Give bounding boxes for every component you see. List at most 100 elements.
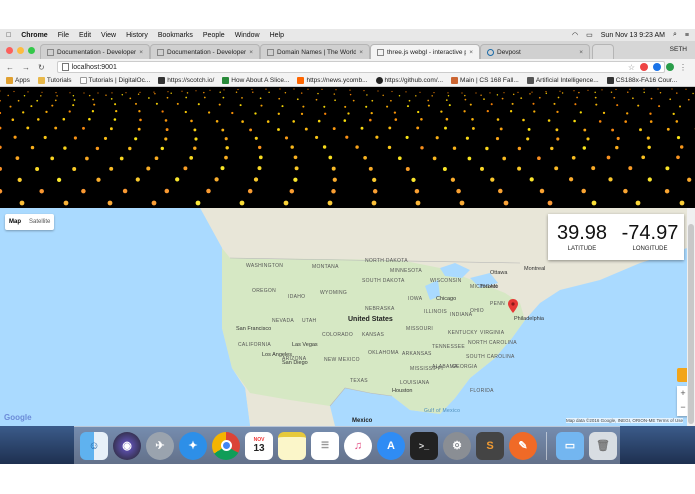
bookmark-tutorials-folder[interactable]: Tutorials [37, 77, 72, 84]
particle [347, 112, 350, 115]
bookmark-slice[interactable]: How About A Slice... [222, 77, 289, 84]
particle [647, 145, 651, 150]
particle [134, 137, 138, 141]
menu-history[interactable]: History [126, 32, 148, 39]
trash-icon[interactable]: 🗑 [589, 431, 617, 460]
apple-menu-icon[interactable]:  [6, 32, 11, 39]
bookmark-apps[interactable]: Apps [6, 77, 30, 84]
bookmark-star-icon[interactable]: ☆ [628, 63, 635, 72]
safari-icon[interactable]: ✦ [179, 431, 207, 460]
tab-documentation-1[interactable]: Documentation - Developer Fo × [40, 44, 150, 59]
close-tab-icon[interactable]: × [139, 49, 143, 56]
particle [195, 90, 197, 92]
siri-icon[interactable]: ◉ [113, 431, 141, 460]
itunes-icon[interactable]: ♫ [344, 431, 372, 460]
menu-window[interactable]: Window [235, 32, 260, 39]
app-store-icon[interactable]: A [377, 431, 405, 460]
particle [595, 103, 598, 106]
minimize-window-button[interactable] [17, 47, 24, 54]
particle [650, 97, 653, 100]
particle [431, 95, 433, 97]
spotlight-search-icon[interactable]: ⌕ [673, 31, 677, 39]
particle [628, 166, 633, 171]
zoom-in-button[interactable]: + [677, 386, 687, 400]
particle [393, 111, 397, 114]
new-tab-button[interactable] [592, 44, 614, 59]
address-bar[interactable]: localhost:9001 [56, 61, 665, 73]
bookmark-label: Tutorials [46, 77, 72, 84]
chrome-menu-icon[interactable]: ⋮ [679, 63, 687, 72]
bookmark-scotch[interactable]: https://scotch.io/ [158, 77, 214, 84]
menu-people[interactable]: People [203, 32, 225, 39]
system-preferences-icon[interactable]: ⚙ [443, 431, 471, 460]
bookmark-cs188x[interactable]: CS188x-FA16 Cour... [606, 77, 677, 84]
notes-icon[interactable] [278, 431, 306, 460]
scrollbar-thumb[interactable] [688, 224, 694, 424]
zoom-window-button[interactable] [28, 47, 35, 54]
extension-icon[interactable] [640, 63, 648, 71]
extension-icon[interactable] [666, 63, 674, 71]
chrome-icon[interactable] [212, 431, 240, 460]
page-scrollbar[interactable] [687, 208, 695, 426]
tab-threejs-active[interactable]: three.js webgl - interactive pa × [370, 44, 480, 59]
particle [531, 91, 533, 93]
tab-domain-names[interactable]: Domain Names | The World's × [260, 44, 370, 59]
particle [91, 110, 95, 113]
reminders-icon[interactable]: ☰ [311, 431, 339, 460]
particle [170, 92, 172, 95]
back-arrow-icon[interactable]: ← [6, 63, 14, 72]
address-bar-url[interactable]: localhost:9001 [72, 64, 117, 71]
extension-icon[interactable] [653, 63, 661, 71]
particle [464, 94, 466, 97]
map-marker-icon[interactable] [508, 299, 518, 313]
tab-documentation-2[interactable]: Documentation - Developer Fo × [150, 44, 260, 59]
street-view-pegman-icon[interactable] [677, 368, 687, 382]
wifi-icon[interactable]: ◠ [572, 31, 578, 39]
tab-devpost[interactable]: Devpost × [480, 44, 590, 59]
map-type-satellite-button[interactable]: Satellite [25, 219, 54, 225]
instruments-icon[interactable]: ✎ [509, 431, 537, 460]
menu-clock[interactable]: Sun Nov 13 9:23 AM [601, 32, 665, 39]
menu-bookmarks[interactable]: Bookmarks [158, 32, 193, 39]
finder-icon[interactable]: ☺ [80, 431, 108, 460]
close-tab-icon[interactable]: × [469, 49, 473, 56]
map-attribution[interactable]: Map data ©2016 Google, INEGI, ORION-ME T… [566, 418, 684, 423]
menu-help[interactable]: Help [270, 32, 284, 39]
particle [601, 89, 603, 91]
particle [550, 146, 554, 151]
battery-icon[interactable]: ▭ [586, 31, 593, 39]
launchpad-icon[interactable]: ✈ [146, 431, 174, 460]
sublime-text-icon[interactable]: S [476, 431, 504, 460]
bookmark-ai[interactable]: Artificial Intelligence... [526, 77, 599, 84]
menu-edit[interactable]: Edit [79, 32, 91, 39]
particle [219, 91, 221, 94]
close-window-button[interactable] [6, 47, 13, 54]
reload-icon[interactable]: ↻ [38, 63, 45, 72]
close-tab-icon[interactable]: × [359, 49, 363, 56]
zoom-out-button[interactable]: − [677, 400, 687, 414]
forward-arrow-icon[interactable]: → [22, 63, 30, 72]
menu-view[interactable]: View [101, 32, 116, 39]
bookmark-digitalocean[interactable]: Tutorials | DigitalOc... [79, 77, 150, 84]
notification-center-icon[interactable]: ≡ [685, 32, 689, 39]
profile-name[interactable]: SETH [670, 46, 687, 53]
close-tab-icon[interactable]: × [579, 49, 583, 56]
webgl-particle-canvas[interactable] [0, 87, 695, 208]
bookmark-hacker-news[interactable]: https://news.ycomb... [297, 77, 368, 84]
particle [190, 119, 193, 123]
bookmark-github[interactable]: https://github.com/... [375, 77, 443, 84]
map-type-map-button[interactable]: Map [5, 219, 25, 225]
google-map[interactable]: Map Satellite 39.98 LATITUDE -74.97 LONG… [0, 208, 687, 426]
downloads-folder-icon[interactable]: ▭ [556, 431, 584, 460]
menu-file[interactable]: File [58, 32, 69, 39]
particle [62, 117, 66, 121]
menu-app-name[interactable]: Chrome [21, 32, 47, 39]
terminal-icon[interactable]: >_ [410, 431, 438, 460]
particle [461, 92, 463, 94]
page-info-icon[interactable] [61, 63, 69, 71]
map-city-label: Houston [392, 388, 413, 394]
google-logo[interactable]: Google [4, 413, 32, 422]
bookmark-cs168[interactable]: Main | CS 168 Fall... [451, 77, 519, 84]
calendar-icon[interactable]: NOV 13 [245, 431, 273, 460]
close-tab-icon[interactable]: × [249, 49, 253, 56]
